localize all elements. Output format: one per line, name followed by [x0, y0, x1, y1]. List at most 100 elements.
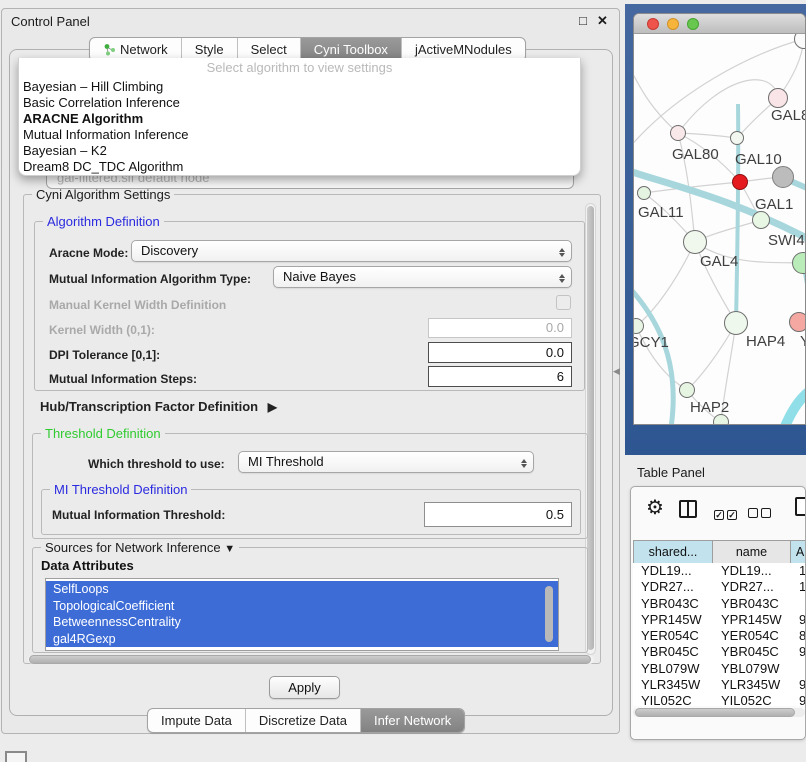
- mi-type-combobox[interactable]: Naive Bayes: [273, 266, 572, 288]
- algorithm-option[interactable]: Basic Correlation Inference: [19, 95, 580, 111]
- which-threshold-combobox[interactable]: MI Threshold: [238, 451, 534, 473]
- column-header-shared-name[interactable]: shared...: [633, 540, 713, 564]
- algorithm-option-selected[interactable]: ARACNE Algorithm: [19, 111, 580, 127]
- table-horizontal-scrollbar[interactable]: [633, 708, 805, 717]
- network-window-titlebar[interactable]: [634, 14, 806, 34]
- dpi-tolerance-label: DPI Tolerance [0,1]:: [49, 348, 160, 362]
- gear-icon[interactable]: ⚙: [646, 495, 664, 520]
- zoom-button[interactable]: [687, 18, 699, 30]
- node-label: GAL4: [700, 253, 738, 270]
- mi-threshold-input[interactable]: 0.5: [424, 502, 572, 527]
- close-icon[interactable]: ✕: [597, 13, 608, 29]
- node-label: GAL8: [771, 107, 806, 124]
- algorithm-definition-group: Algorithm Definition Aracne Mode: Discov…: [34, 221, 585, 391]
- algorithm-option[interactable]: Mutual Information Inference: [19, 127, 580, 143]
- node-GAL11[interactable]: [637, 186, 651, 200]
- tab-infer-network[interactable]: Infer Network: [360, 709, 464, 732]
- algorithm-dropdown-placeholder: Select algorithm to view settings: [19, 60, 580, 75]
- select-all-columns-icon[interactable]: ✓✓: [714, 505, 740, 523]
- table-row[interactable]: YBL079WYBL079W: [633, 661, 805, 677]
- kernel-width-label: Kernel Width (0,1):: [49, 323, 155, 337]
- settings-vertical-scrollbar-thumb[interactable]: [587, 206, 594, 650]
- data-attributes-list[interactable]: SelfLoops TopologicalCoefficient Between…: [45, 578, 559, 651]
- table-row[interactable]: YLR345WYLR345W9.: [633, 677, 805, 693]
- network-icon: [103, 43, 116, 56]
- algorithm-option[interactable]: Bayesian – K2: [19, 143, 580, 159]
- table-row[interactable]: YPR145WYPR145W9.: [633, 612, 805, 628]
- attribute-item[interactable]: SelfLoops: [46, 581, 558, 598]
- column-header-cut[interactable]: A: [790, 540, 806, 564]
- minimize-button[interactable]: [667, 18, 679, 30]
- apply-button[interactable]: Apply: [269, 676, 340, 699]
- table-row[interactable]: YDR27...YDR27...12: [633, 579, 805, 595]
- node-label: GAL1: [755, 196, 793, 213]
- attribute-item[interactable]: gal4RGexp: [46, 631, 558, 648]
- node-label: SWI4: [768, 232, 805, 249]
- attributes-scrollbar-thumb[interactable]: [545, 586, 553, 642]
- node-HAP4[interactable]: [724, 311, 748, 335]
- node-GAL10[interactable]: [772, 166, 794, 188]
- deselect-all-columns-icon[interactable]: [748, 505, 774, 523]
- mi-steps-input[interactable]: 6: [428, 366, 572, 387]
- settings-horizontal-scrollbar[interactable]: [28, 655, 594, 664]
- node[interactable]: [789, 312, 806, 332]
- stepper-icon: [557, 270, 566, 286]
- export-table-icon[interactable]: [795, 497, 806, 516]
- mi-type-value: Naive Bayes: [283, 269, 356, 284]
- columns-icon[interactable]: [679, 500, 697, 518]
- float-window-icon[interactable]: □: [579, 13, 587, 28]
- attribute-item[interactable]: TopologicalCoefficient: [46, 598, 558, 615]
- node[interactable]: [730, 131, 744, 145]
- table-row[interactable]: YDL19...YDL19...13: [633, 563, 805, 579]
- threshold-definition-title: Threshold Definition: [41, 426, 165, 441]
- hub-section-toggle[interactable]: Hub/Transcription Factor Definition ▶: [40, 399, 277, 414]
- table-row[interactable]: YBR043CYBR043C: [633, 596, 805, 612]
- sources-collapse-arrow-icon[interactable]: ▼: [224, 543, 235, 555]
- table-panel-title: Table Panel: [637, 465, 705, 480]
- node-label: GAL10: [735, 151, 782, 168]
- table-row[interactable]: YIL052CYIL052C9: [633, 693, 805, 706]
- network-view-window: GAL8 GAL80 GAL10 GAL11 GAL1 SWI4 GAL4 GC…: [633, 13, 806, 425]
- table-body[interactable]: YDL19...YDL19...13 YDR27...YDR27...12 YB…: [633, 563, 805, 706]
- node-GAL4[interactable]: [683, 230, 707, 254]
- cyni-algorithm-settings-title: Cyni Algorithm Settings: [32, 187, 174, 202]
- collapsed-panel-icon[interactable]: [5, 751, 27, 762]
- kernel-width-input[interactable]: 0.0: [428, 318, 572, 338]
- manual-kernel-checkbox[interactable]: [556, 295, 571, 310]
- table-row[interactable]: YER054CYER054C8.: [633, 628, 805, 644]
- manual-kernel-label: Manual Kernel Width Definition: [49, 298, 226, 312]
- node[interactable]: [768, 88, 788, 108]
- aracne-mode-combobox[interactable]: Discovery: [131, 240, 572, 262]
- divider-arrow-icon[interactable]: ◀: [613, 366, 620, 377]
- node-selected-red[interactable]: [732, 174, 748, 190]
- hub-expand-arrow-icon[interactable]: ▶: [268, 400, 277, 414]
- tab-discretize-data[interactable]: Discretize Data: [245, 709, 360, 732]
- node-GAL80[interactable]: [670, 125, 686, 141]
- close-button[interactable]: [647, 18, 659, 30]
- column-header-name[interactable]: name: [712, 540, 791, 564]
- node-label: Y: [800, 333, 806, 350]
- table-horizontal-scrollbar-thumb[interactable]: [635, 708, 795, 717]
- unchecked-box-icon: [748, 508, 758, 518]
- dpi-tolerance-input[interactable]: 0.0: [428, 342, 572, 363]
- node-GAL1[interactable]: [752, 211, 770, 229]
- tab-infer-network-label: Infer Network: [374, 709, 451, 732]
- node-label: GAL80: [672, 146, 719, 163]
- control-panel-title: Control Panel: [11, 14, 90, 29]
- cyni-bottom-tabs: Impute Data Discretize Data Infer Networ…: [147, 708, 465, 733]
- aracne-mode-value: Discovery: [141, 243, 198, 258]
- sources-title-text: Sources for Network Inference: [45, 540, 221, 555]
- attribute-item[interactable]: BetweennessCentrality: [46, 614, 558, 631]
- mi-threshold-label: Mutual Information Threshold:: [52, 508, 225, 522]
- table-row[interactable]: YBR045CYBR045C9.: [633, 644, 805, 660]
- tab-impute-data[interactable]: Impute Data: [148, 709, 245, 732]
- algorithm-option[interactable]: Bayesian – Hill Climbing: [19, 79, 580, 95]
- unchecked-box-icon: [761, 508, 771, 518]
- stepper-icon: [519, 455, 528, 471]
- node-HAP2[interactable]: [679, 382, 695, 398]
- network-canvas[interactable]: GAL8 GAL80 GAL10 GAL11 GAL1 SWI4 GAL4 GC…: [634, 34, 806, 425]
- algorithm-option[interactable]: Dream8 DC_TDC Algorithm: [19, 159, 580, 175]
- algorithm-dropdown-popup: Select algorithm to view settings Bayesi…: [18, 58, 581, 176]
- checked-box-icon: ✓: [727, 510, 737, 520]
- settings-horizontal-scrollbar-thumb[interactable]: [29, 655, 591, 664]
